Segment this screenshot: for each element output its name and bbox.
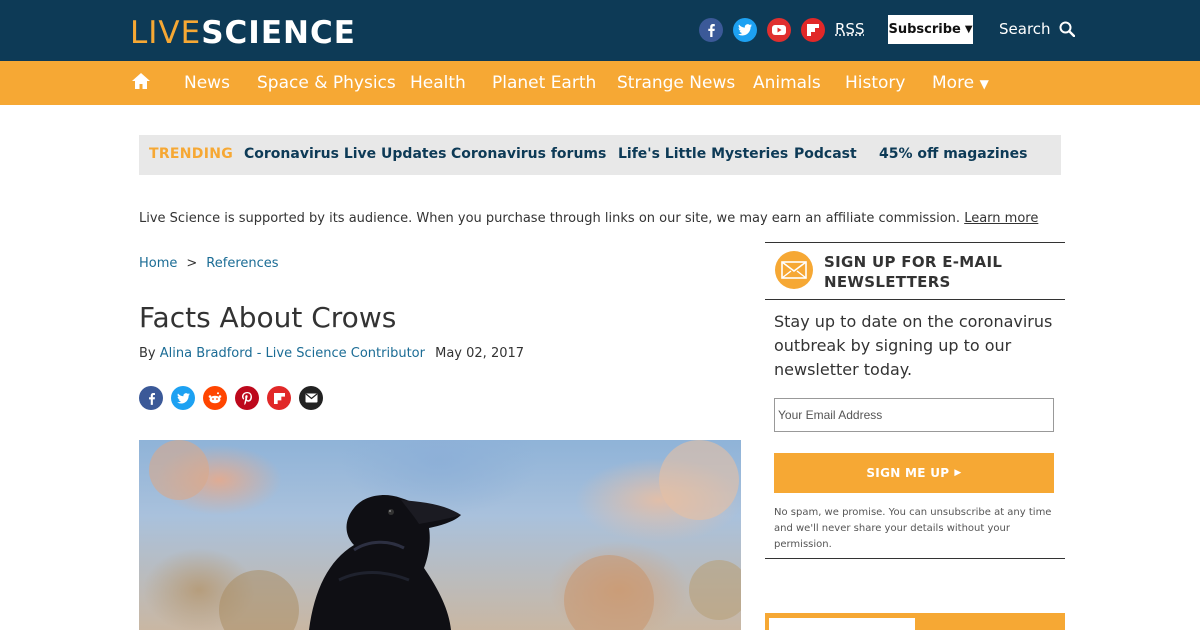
newsletter-signup: SIGN UP FOR E-MAIL NEWSLETTERS Stay up t… <box>765 242 1065 559</box>
share-pinterest-icon[interactable] <box>235 386 259 410</box>
subscribe-button[interactable]: Subscribe ▼ <box>888 15 973 44</box>
main-nav: News Space & Physics Health Planet Earth… <box>0 61 1200 105</box>
nav-health[interactable]: Health <box>410 73 466 93</box>
article-byline: By Alina Bradford - Live Science Contrib… <box>139 346 524 361</box>
author-link[interactable]: Alina Bradford - Live Science Contributo… <box>160 346 425 361</box>
promo-banner-inner <box>769 618 915 630</box>
nav-space-physics[interactable]: Space & Physics <box>257 73 396 93</box>
share-twitter-icon[interactable] <box>171 386 195 410</box>
trending-link[interactable]: Podcast <box>794 146 857 162</box>
nav-more-label: More <box>932 73 975 93</box>
logo-science-text: SCIENCE <box>201 15 356 51</box>
envelope-icon <box>775 251 813 289</box>
article-title: Facts About Crows <box>139 301 397 334</box>
breadcrumb-separator: > <box>186 256 198 271</box>
article-hero-image <box>139 440 741 630</box>
search-label: Search <box>999 20 1051 38</box>
trending-link[interactable]: Life's Little Mysteries <box>618 146 788 162</box>
crow-illustration <box>149 440 741 630</box>
caret-right-icon: ▶ <box>954 468 962 478</box>
twitter-icon[interactable] <box>733 18 757 42</box>
breadcrumb: Home > References <box>139 256 279 271</box>
byline-prefix: By <box>139 346 156 361</box>
newsletter-title: SIGN UP FOR E-MAIL NEWSLETTERS <box>824 253 1003 291</box>
share-flipboard-icon[interactable] <box>267 386 291 410</box>
share-facebook-icon[interactable] <box>139 386 163 410</box>
promo-banner <box>765 613 1065 630</box>
breadcrumb-references[interactable]: References <box>206 256 278 271</box>
facebook-icon[interactable] <box>699 18 723 42</box>
nav-more[interactable]: More ▼ <box>932 73 989 93</box>
home-icon[interactable] <box>131 72 151 94</box>
affiliate-notice: Live Science is supported by its audienc… <box>139 211 1038 226</box>
logo-live-text: LIVE <box>130 15 202 51</box>
flipboard-icon[interactable] <box>801 18 825 42</box>
email-input[interactable] <box>774 398 1054 432</box>
newsletter-fine-print: No spam, we promise. You can unsubscribe… <box>774 507 1052 550</box>
newsletter-header: SIGN UP FOR E-MAIL NEWSLETTERS <box>765 243 1065 300</box>
youtube-icon[interactable] <box>767 18 791 42</box>
search-icon <box>1059 21 1075 37</box>
trending-link[interactable]: Coronavirus Live Updates <box>244 146 446 162</box>
sign-me-up-button[interactable]: SIGN ME UP ▶ <box>774 453 1054 493</box>
share-reddit-icon[interactable] <box>203 386 227 410</box>
site-logo[interactable]: LIVESCIENCE <box>130 15 356 51</box>
learn-more-link[interactable]: Learn more <box>964 211 1038 226</box>
trending-bar: TRENDING Coronavirus Live Updates Corona… <box>139 135 1061 175</box>
newsletter-description: Stay up to date on the coronavirus outbr… <box>774 312 1053 379</box>
nav-planet-earth[interactable]: Planet Earth <box>492 73 596 93</box>
search-button[interactable]: Search <box>999 20 1075 38</box>
trending-link[interactable]: Coronavirus forums <box>451 146 606 162</box>
trending-link[interactable]: 45% off magazines <box>879 146 1027 162</box>
subscribe-label: Subscribe <box>888 22 961 37</box>
caret-down-icon: ▼ <box>979 77 989 91</box>
nav-animals[interactable]: Animals <box>753 73 821 93</box>
publish-date: May 02, 2017 <box>435 346 525 361</box>
breadcrumb-home[interactable]: Home <box>139 256 177 271</box>
trending-label: TRENDING <box>149 146 234 162</box>
affiliate-text: Live Science is supported by its audienc… <box>139 211 961 226</box>
site-header: LIVESCIENCE RSS Subscribe ▼ Search <box>0 0 1200 61</box>
nav-strange-news[interactable]: Strange News <box>617 73 735 93</box>
sign-me-up-label: SIGN ME UP <box>866 466 950 480</box>
caret-down-icon: ▼ <box>964 24 973 35</box>
nav-history[interactable]: History <box>845 73 905 93</box>
nav-news[interactable]: News <box>184 73 230 93</box>
share-email-icon[interactable] <box>299 386 323 410</box>
rss-link[interactable]: RSS <box>835 20 864 38</box>
